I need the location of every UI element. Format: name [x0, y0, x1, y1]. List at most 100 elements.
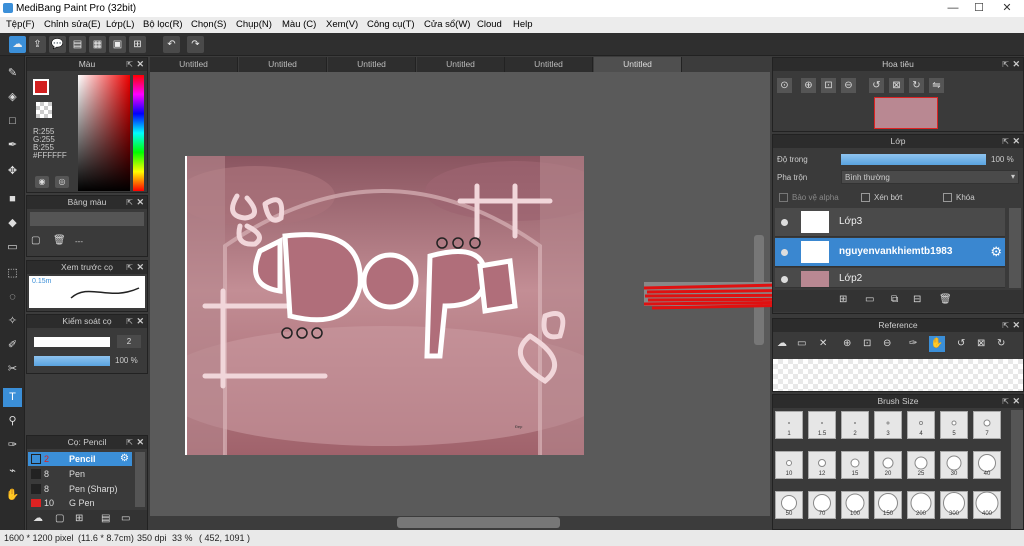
gear-icon[interactable]: ⚙	[120, 453, 129, 464]
canvas-horizontal-scrollbar[interactable]	[397, 517, 560, 528]
gear-icon[interactable]: ⚙	[990, 244, 1002, 260]
bucket-tool-icon[interactable]: ◆	[3, 214, 22, 233]
zoom-out-icon[interactable]: ⊖	[841, 78, 856, 93]
brush-size-cell[interactable]: 150	[874, 491, 902, 519]
brush-size-cell[interactable]: 2	[841, 411, 869, 439]
close-icon[interactable]: ✕	[1012, 58, 1020, 71]
transparent-swatch[interactable]	[36, 102, 52, 118]
tab-untitled-4[interactable]: Untitled	[417, 57, 505, 72]
blend-mode-select[interactable]: Bình thường ▾	[841, 170, 1019, 184]
brush-size-cell[interactable]: 50	[775, 491, 803, 519]
redo-icon[interactable]: ↷	[187, 36, 204, 53]
rectangle-tool-icon[interactable]: □	[3, 112, 22, 131]
menu-color[interactable]: Màu (C)	[282, 19, 316, 30]
clipping-checkbox[interactable]	[861, 193, 870, 202]
brush-size-cell[interactable]: 40	[973, 451, 1001, 479]
minimize-button[interactable]: —	[940, 0, 966, 17]
brush-size-cell[interactable]: 30	[940, 451, 968, 479]
menu-capture[interactable]: Chụp(N)	[236, 19, 272, 30]
brush-size-cell[interactable]: 4	[907, 411, 935, 439]
pen-tool-icon[interactable]: ✒	[3, 136, 22, 155]
close-icon[interactable]: ✕	[1012, 319, 1020, 332]
eye-icon[interactable]	[781, 249, 788, 256]
flip-icon[interactable]: ⇋	[929, 78, 944, 93]
cloud-icon[interactable]: ☁	[33, 513, 43, 524]
layer-row-nguyenvankhiemtb1983[interactable]: nguyenvankhiemtb1983 ⚙	[775, 238, 1005, 267]
file-icon[interactable]: ▦	[89, 36, 106, 53]
upload-icon[interactable]: ⇪	[29, 36, 46, 53]
new-brush-icon[interactable]: ▢	[55, 513, 64, 524]
gradient-tool-icon[interactable]: ▭	[3, 238, 22, 257]
protect-alpha-checkbox[interactable]	[779, 193, 788, 202]
grid-icon[interactable]: ⊞	[129, 36, 146, 53]
select-pen-tool-icon[interactable]: ✐	[3, 336, 22, 355]
eye-icon[interactable]	[781, 219, 788, 226]
maximize-button[interactable]: ☐	[966, 0, 992, 17]
zoom-icon[interactable]: ⊙	[777, 78, 792, 93]
folder-icon[interactable]: ▭	[121, 513, 130, 524]
select-eraser-tool-icon[interactable]: ✂	[3, 360, 22, 379]
menu-edit[interactable]: Chỉnh sửa(E)	[44, 19, 101, 30]
trash-icon[interactable]: 🗑	[939, 294, 952, 305]
brush-size-cell[interactable]: 70	[808, 491, 836, 519]
tab-untitled-2[interactable]: Untitled	[239, 57, 327, 72]
close-icon[interactable]: ✕	[1012, 395, 1020, 408]
brush-item-pen[interactable]: 8 Pen	[28, 467, 132, 481]
menu-select[interactable]: Chọn(S)	[191, 19, 226, 30]
operation-tool-icon[interactable]: ⚲	[3, 412, 22, 431]
brush-size-cell[interactable]: 400	[973, 491, 1001, 519]
select-tool-icon[interactable]: ⬚	[3, 264, 22, 283]
rotate-right-icon[interactable]: ↻	[909, 78, 924, 93]
eye-icon[interactable]	[781, 276, 788, 283]
menu-view[interactable]: Xem(V)	[326, 19, 358, 30]
magic-wand-tool-icon[interactable]: ✧	[3, 312, 22, 331]
zoom-in-icon[interactable]: ⊕	[843, 338, 851, 349]
eyedropper-tool-icon[interactable]: ✑	[3, 436, 22, 455]
fit-icon[interactable]: ⊡	[863, 338, 871, 349]
layer-opacity-slider[interactable]	[841, 154, 986, 165]
close-icon[interactable]: ✕	[136, 58, 144, 71]
lock-checkbox[interactable]	[943, 193, 952, 202]
brush-size-cell[interactable]: 1	[775, 411, 803, 439]
fill-shape-tool-icon[interactable]: ■	[3, 190, 22, 209]
menu-help[interactable]: Help	[513, 19, 533, 30]
lasso-tool-icon[interactable]: ◌	[3, 288, 22, 307]
brush-size-slider[interactable]	[34, 337, 110, 347]
rotate-left-icon[interactable]: ↺	[957, 338, 965, 349]
add-layer-icon[interactable]: ⊞	[839, 294, 847, 305]
brush-opacity-slider[interactable]	[34, 356, 110, 366]
hand-tool-icon[interactable]: ✋	[3, 486, 22, 505]
brush-size-cell[interactable]: 200	[907, 491, 935, 519]
menu-layer[interactable]: Lớp(L)	[106, 19, 134, 30]
undo-icon[interactable]: ↶	[163, 36, 180, 53]
brush-list-scrollbar[interactable]	[135, 452, 145, 507]
cloud-icon[interactable]: ☁	[777, 338, 787, 349]
layer-row-lop3[interactable]: Lớp3	[775, 208, 1005, 237]
add-palette-icon[interactable]: ▢	[31, 235, 40, 246]
reference-canvas[interactable]	[773, 359, 1023, 391]
cloud-icon[interactable]: ☁	[9, 36, 26, 53]
duplicate-icon[interactable]: ⧉	[891, 294, 898, 305]
brush-size-cell[interactable]: 25	[907, 451, 935, 479]
brush-size-cell[interactable]: 7	[973, 411, 1001, 439]
brush-size-cell[interactable]: 300	[940, 491, 968, 519]
brush-size-cell[interactable]: 5	[940, 411, 968, 439]
comment-icon[interactable]: 💬	[49, 36, 66, 53]
close-icon[interactable]: ✕	[136, 196, 144, 209]
trash-icon[interactable]: 🗑	[53, 235, 66, 246]
palette-icon[interactable]: ◉	[35, 176, 49, 188]
brush-item-pencil[interactable]: 2 Pencil ⚙	[28, 452, 132, 466]
tab-untitled-5[interactable]: Untitled	[505, 57, 593, 72]
menu-cloud[interactable]: Cloud	[477, 19, 502, 30]
brush-size-scrollbar[interactable]	[1011, 410, 1023, 529]
brush-size-cell[interactable]: 20	[874, 451, 902, 479]
close-icon[interactable]: ✕	[136, 436, 144, 449]
brush-tool-icon[interactable]: ✎	[3, 64, 22, 83]
brush-size-cell[interactable]: 15	[841, 451, 869, 479]
close-icon[interactable]: ✕	[136, 261, 144, 274]
layer-row-lop2[interactable]: Lớp2	[775, 268, 1005, 288]
rotate-right-icon[interactable]: ↻	[997, 338, 1005, 349]
brush-settings-icon[interactable]: ▤	[101, 513, 110, 524]
brush-size-cell[interactable]: 12	[808, 451, 836, 479]
hue-slider[interactable]	[133, 75, 144, 191]
